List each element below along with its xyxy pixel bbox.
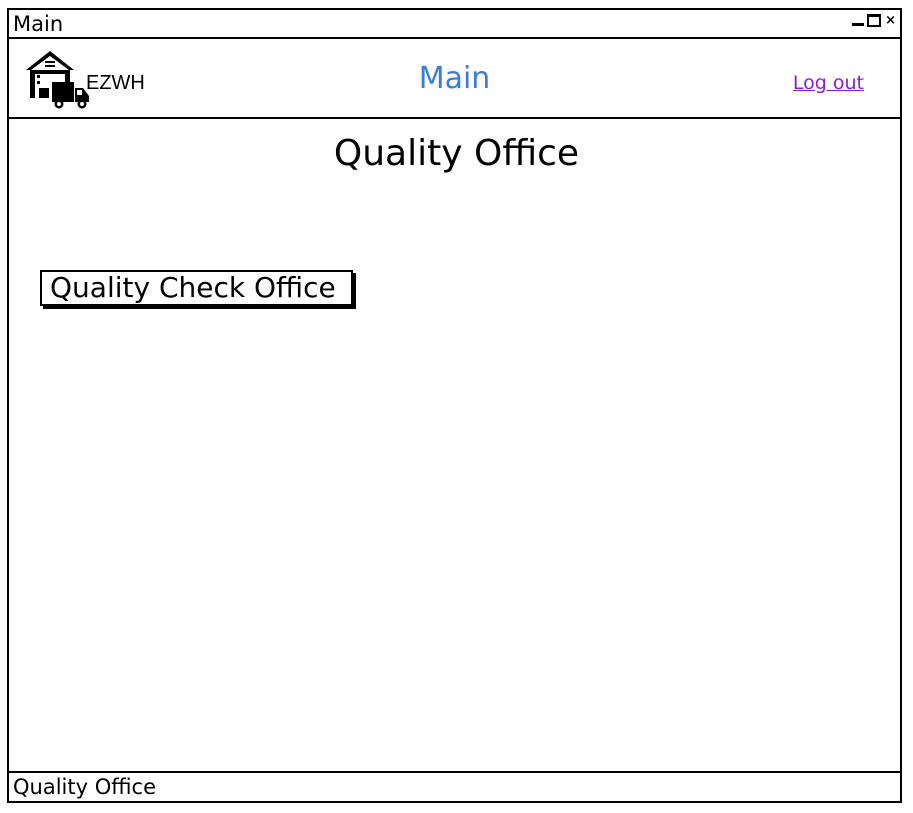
app-header: EZWH Main Log out [9, 39, 900, 119]
window-title: Main [13, 12, 64, 36]
window-controls: × [852, 14, 896, 27]
minimize-icon[interactable] [852, 23, 865, 26]
header-title: Main [418, 61, 491, 96]
title-bar: Main × [9, 10, 900, 39]
app-window: Main × EZWH Main Log out Quality Office … [7, 8, 902, 803]
status-bar: Quality Office [9, 771, 900, 801]
logout-link[interactable]: Log out [793, 72, 864, 94]
status-text: Quality Office [13, 775, 157, 799]
quality-check-office-button[interactable]: Quality Check Office [40, 270, 353, 306]
close-icon[interactable]: × [885, 14, 896, 27]
page-title: Quality Office [333, 133, 580, 174]
maximize-icon[interactable] [867, 14, 882, 27]
